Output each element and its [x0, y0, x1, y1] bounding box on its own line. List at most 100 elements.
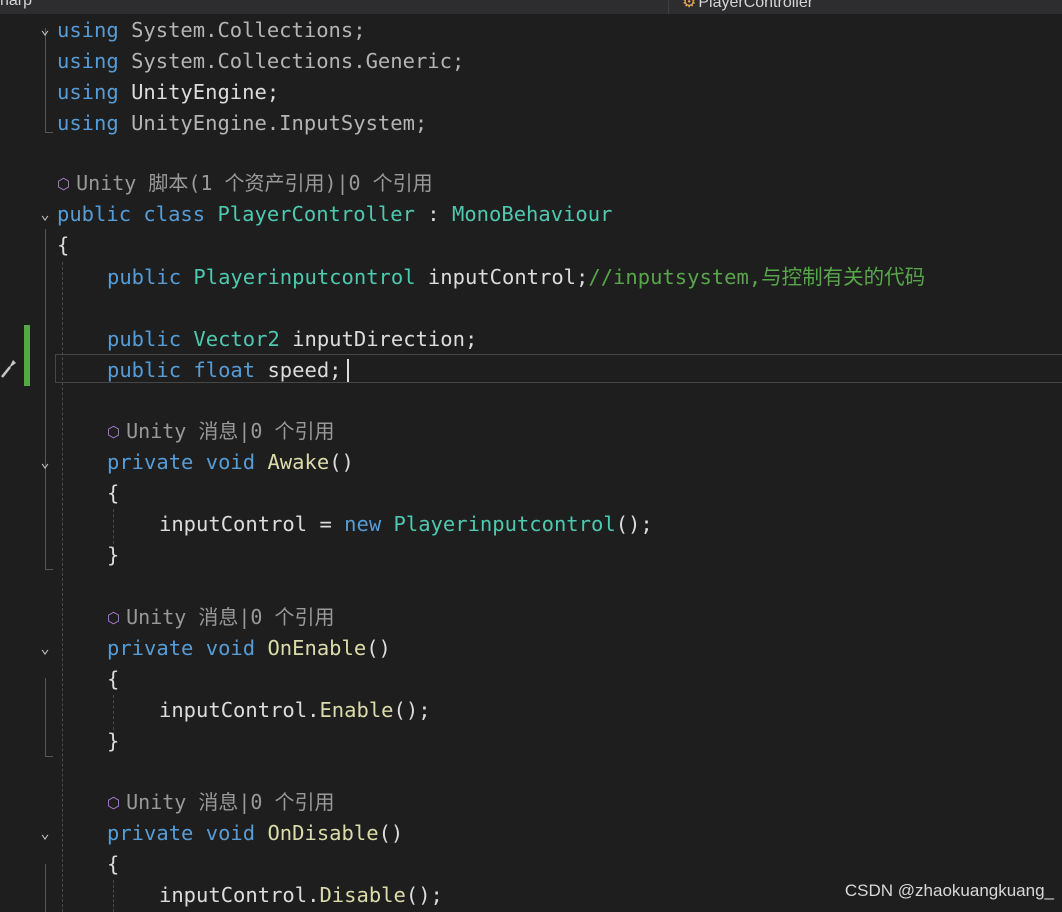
fold-toggle-icon[interactable]: ⌄ [36, 447, 54, 478]
code-line: using UnityEngine; [57, 77, 279, 108]
keyword: private [107, 450, 194, 474]
namespace: UnityEngine [131, 111, 267, 135]
namespace: UnityEngine [131, 80, 267, 104]
statement: inputControl.Disable(); [159, 880, 443, 911]
method-call: Disable [319, 883, 406, 907]
keyword: public [57, 202, 132, 226]
unity-cube-icon: ⬡ [107, 423, 121, 441]
keyword: using [57, 49, 119, 73]
close-brace: } [107, 543, 120, 567]
keyword: public [107, 358, 182, 382]
class-declaration: public class PlayerController : MonoBeha… [57, 199, 612, 230]
namespace-rest: ; [266, 80, 280, 104]
watermark: CSDN @zhaokuangkuang_ [844, 881, 1054, 900]
codelens-method[interactable]: ⬡ Unity 消息|0 个引用 [107, 787, 334, 818]
keyword: class [143, 202, 206, 226]
keyword: void [205, 821, 256, 845]
punctuation: (); [615, 512, 653, 536]
punctuation: : [414, 202, 452, 226]
punctuation: () [378, 821, 404, 845]
variable: inputControl [159, 512, 308, 536]
keyword: void [205, 450, 256, 474]
fold-toggle-icon[interactable]: ⌄ [36, 633, 54, 664]
punctuation: () [366, 636, 391, 660]
keyword: using [57, 111, 119, 135]
change-indicator [24, 325, 30, 386]
statement: inputControl = new Playerinputcontrol(); [159, 509, 653, 540]
open-brace: { [107, 852, 120, 876]
type-name: Playerinputcontrol [193, 265, 416, 289]
method-onenable: private void OnEnable() [107, 633, 391, 664]
class-block-guide [45, 229, 46, 569]
code-line: using UnityEngine.InputSystem; [57, 108, 427, 139]
codelens-class[interactable]: ⬡ Unity 脚本(1 个资产引用)|0 个引用 [57, 168, 433, 199]
namespace: System [131, 18, 206, 42]
keyword: private [107, 636, 194, 660]
field-name: inputDirection; [292, 327, 478, 351]
codelens-text[interactable]: Unity 消息|0 个引用 [126, 605, 334, 629]
variable: inputControl. [159, 698, 320, 722]
punctuation: (); [405, 883, 443, 907]
class-name: PlayerController [217, 202, 415, 226]
field-speed: public float speed; [107, 355, 342, 386]
codelens-text[interactable]: Unity 消息|0 个引用 [126, 419, 334, 443]
close-brace: } [107, 729, 120, 753]
fold-toggle-icon[interactable]: ⌄ [36, 199, 54, 230]
method-ondisable: private void OnDisable() [107, 818, 403, 849]
fold-toggle-icon[interactable]: ⌄ [36, 14, 54, 45]
code-line: using System.Collections.Generic; [57, 46, 464, 77]
indent-guide [62, 262, 63, 912]
method-name: OnDisable [267, 821, 379, 845]
base-class: MonoBehaviour [451, 202, 613, 226]
statement: inputControl.Enable(); [159, 695, 431, 726]
type-name: Vector2 [193, 327, 280, 351]
field-input-direction: public Vector2 inputDirection; [107, 324, 477, 355]
variable: inputControl. [159, 883, 320, 907]
fold-end-tick [45, 569, 53, 570]
indent-guide [113, 880, 114, 912]
namespace: System [131, 49, 206, 73]
punctuation: () [329, 450, 354, 474]
keyword: public [107, 265, 182, 289]
type-name: float [193, 358, 256, 382]
keyword: using [57, 80, 119, 104]
code-line: using System.Collections; [57, 15, 366, 46]
field-input-control: public Playerinputcontrol inputControl;/… [107, 262, 925, 293]
member-nav-dropdown[interactable]: ⚙ PlayerController [682, 0, 813, 12]
unity-cube-icon: ⬡ [57, 175, 71, 193]
type-name: Playerinputcontrol [393, 512, 616, 536]
method-awake: private void Awake() [107, 447, 354, 478]
codelens-text[interactable]: Unity 脚本(1 个资产引用)|0 个引用 [76, 171, 433, 195]
nav-dropdown-label: PlayerController [698, 0, 814, 11]
codelens-method[interactable]: ⬡ Unity 消息|0 个引用 [107, 602, 334, 633]
nav-separator [668, 0, 669, 14]
method-block-guide [45, 864, 46, 912]
editor-top-bar: harp ⚙ PlayerController [0, 0, 1062, 14]
open-brace: { [107, 667, 120, 691]
text-caret [347, 359, 349, 382]
code-editor[interactable]: ⌄ ⌄ ⌄ ⌄ ⌄ using System.Collections; usin… [0, 14, 1062, 912]
fold-end-tick [45, 756, 53, 757]
unity-cube-icon: ⬡ [107, 794, 121, 812]
namespace-rest: .InputSystem; [266, 111, 428, 135]
method-name: OnEnable [267, 636, 367, 660]
open-brace: { [107, 481, 120, 505]
namespace-rest: .Collections; [205, 18, 366, 42]
codelens-method[interactable]: ⬡ Unity 消息|0 个引用 [107, 416, 334, 447]
unity-cube-icon: ⬡ [107, 609, 121, 627]
method-block-guide [45, 678, 46, 756]
field-name: speed; [267, 358, 342, 382]
keyword: using [57, 18, 119, 42]
project-dropdown[interactable]: harp [0, 0, 32, 10]
codelens-text[interactable]: Unity 消息|0 个引用 [126, 790, 334, 814]
open-brace: { [57, 233, 70, 257]
class-icon: ⚙ [682, 0, 697, 11]
method-call: Enable [319, 698, 394, 722]
comment: //inputsystem,与控制有关的代码 [588, 265, 926, 289]
keyword: public [107, 327, 182, 351]
using-block-end [45, 132, 53, 133]
fold-toggle-icon[interactable]: ⌄ [36, 818, 54, 849]
method-name: Awake [267, 450, 330, 474]
operator: = [307, 512, 345, 536]
quick-action-icon[interactable] [0, 355, 18, 379]
